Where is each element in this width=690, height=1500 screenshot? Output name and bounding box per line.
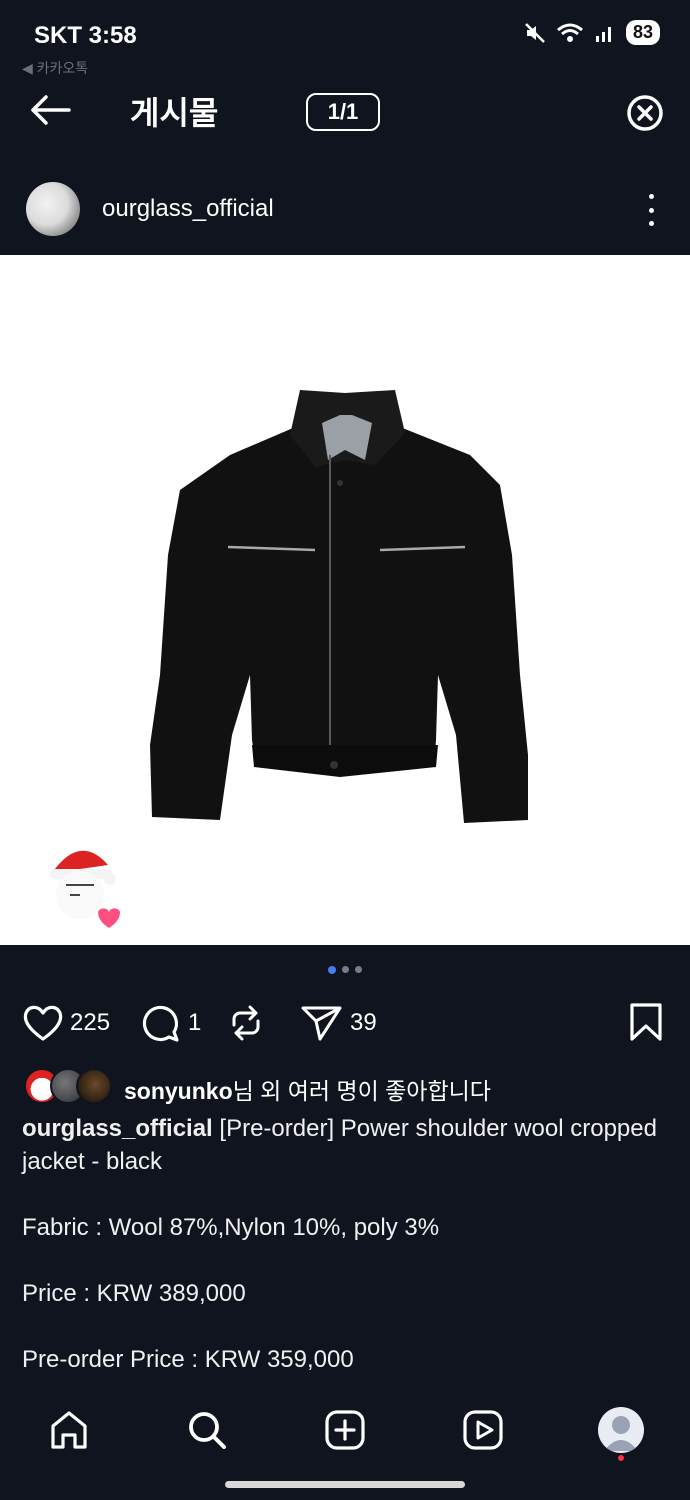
- liker-avatar: [76, 1068, 112, 1104]
- jacket-photo: [50, 390, 528, 928]
- home-indicator[interactable]: [225, 1481, 465, 1488]
- share-button[interactable]: 39: [300, 1000, 377, 1046]
- liker-username[interactable]: sonyunko: [124, 1078, 233, 1104]
- comment-icon: [142, 1005, 179, 1042]
- caption-preorder-price: Pre-order Price : KRW 359,000: [22, 1346, 354, 1373]
- comment-button[interactable]: 1: [140, 1000, 201, 1046]
- post-image[interactable]: [0, 255, 690, 945]
- plus-square-icon: [325, 1410, 365, 1450]
- like-button[interactable]: 225: [22, 1000, 110, 1046]
- send-icon: [301, 1006, 342, 1041]
- page-title: 게시물: [130, 95, 219, 131]
- repost-icon: [232, 1005, 260, 1041]
- post-caption: ourglass_official [Pre-order] Power shou…: [22, 1112, 662, 1409]
- comment-count: 1: [188, 1009, 202, 1036]
- back-to-app-label[interactable]: ◀ 카카오톡: [22, 58, 88, 78]
- carousel-indicator: [0, 966, 690, 974]
- wifi-icon: [557, 23, 583, 42]
- mute-icon: [525, 22, 545, 43]
- close-circle-icon: [627, 95, 663, 131]
- status-time: SKT 3:58: [34, 22, 137, 49]
- search-icon: [189, 1412, 226, 1449]
- carousel-dot: [342, 966, 349, 973]
- liked-by-suffix: 님 외 여러 명이 좋아합니다: [232, 1078, 491, 1104]
- nav-reels[interactable]: [458, 1405, 508, 1455]
- notification-dot: [618, 1455, 624, 1461]
- close-button[interactable]: [624, 92, 666, 134]
- share-count: 39: [350, 1009, 377, 1036]
- liked-by-text[interactable]: sonyunko님 외 여러 명이 좋아합니다: [124, 1072, 491, 1106]
- back-button[interactable]: [26, 86, 74, 134]
- caption-username[interactable]: ourglass_official: [22, 1115, 213, 1142]
- nav-create[interactable]: [320, 1405, 370, 1455]
- save-button[interactable]: [628, 1002, 664, 1047]
- caption-fabric: Fabric : Wool 87%,Nylon 10%, poly 3%: [22, 1214, 440, 1241]
- more-options-button[interactable]: [640, 190, 662, 230]
- bookmark-icon: [630, 1003, 662, 1041]
- home-icon: [51, 1411, 87, 1449]
- like-count: 225: [70, 1009, 111, 1036]
- liked-by-avatars[interactable]: [24, 1068, 116, 1104]
- caption-price: Price : KRW 389,000: [22, 1280, 246, 1307]
- status-icons: 83: [524, 20, 660, 45]
- carousel-dot-active: [328, 966, 336, 974]
- nav-home[interactable]: [44, 1405, 94, 1455]
- nav-search[interactable]: [182, 1405, 232, 1455]
- heart-icon: [23, 1005, 63, 1041]
- author-avatar[interactable]: [26, 182, 80, 236]
- nav-profile[interactable]: [596, 1405, 646, 1455]
- reels-icon: [463, 1410, 503, 1450]
- author-username[interactable]: ourglass_official: [102, 195, 274, 223]
- page-counter: 1/1: [306, 93, 380, 131]
- arrow-left-icon: [31, 95, 71, 125]
- repost-button[interactable]: [226, 1000, 266, 1046]
- battery-level: 83: [625, 20, 660, 45]
- more-vertical-icon: [648, 194, 654, 199]
- signal-icon: [595, 26, 611, 42]
- carousel-dot: [355, 966, 362, 973]
- profile-avatar-icon: [598, 1407, 644, 1453]
